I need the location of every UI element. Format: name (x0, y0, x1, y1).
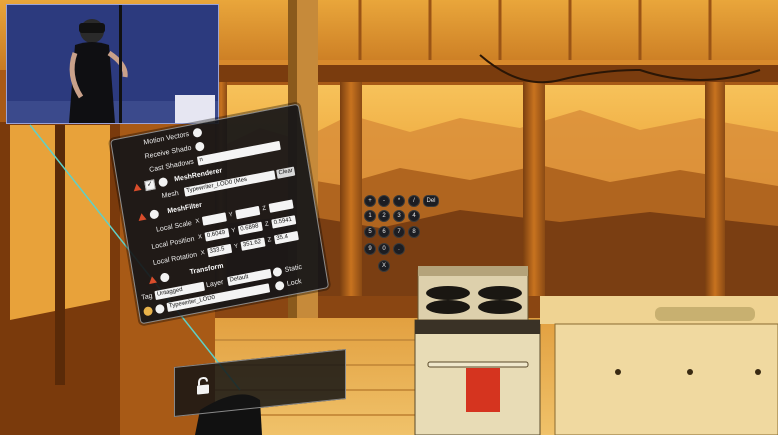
key-decimal[interactable]: . (393, 243, 405, 255)
position-x-axis: X (197, 234, 203, 241)
motion-vectors-toggle[interactable] (192, 127, 203, 139)
key-9[interactable]: 9 (364, 243, 376, 255)
lock-icon[interactable] (195, 376, 211, 396)
sink (655, 307, 755, 321)
rotation-x-field[interactable]: 333.5 (207, 243, 233, 258)
static-toggle[interactable] (272, 266, 283, 278)
key-8[interactable]: 8 (408, 226, 420, 238)
key-plus[interactable]: + (364, 195, 376, 207)
rotation-z-field[interactable]: 35.4 (273, 230, 299, 245)
rotation-x-axis: X (200, 249, 206, 257)
scale-y-axis: Y (228, 211, 234, 219)
key-minus[interactable]: - (378, 195, 390, 207)
scale-z-field[interactable] (268, 199, 294, 213)
key-0[interactable]: 0 (378, 243, 390, 255)
position-y-axis: Y (231, 227, 237, 235)
mesh-label: Mesh (161, 189, 180, 201)
mesh-filter-foldout[interactable] (149, 209, 160, 220)
transform-foldout[interactable] (159, 272, 170, 283)
lock-label: Lock (286, 278, 303, 288)
oven-door-handle (427, 361, 529, 368)
triangle-icon (132, 182, 142, 192)
lock-toggle[interactable] (274, 280, 285, 292)
cabinet (554, 323, 778, 435)
rotation-y-field[interactable]: 351.62 (240, 237, 266, 251)
object-enable-toggle[interactable] (154, 303, 166, 315)
position-z-field[interactable]: 0.5941 (271, 215, 297, 229)
triangle-icon (148, 275, 158, 285)
presenter-webcam-inset (6, 4, 219, 124)
key-2[interactable]: 2 (378, 210, 390, 222)
rotation-y-axis: Y (233, 243, 239, 251)
key-4[interactable]: 4 (408, 210, 420, 222)
object-active-toggle[interactable] (142, 305, 154, 317)
numeric-keypad: + - * / Del 1 2 3 4 5 6 7 8 9 0 . X (360, 193, 450, 273)
key-1[interactable]: 1 (364, 210, 376, 222)
clear-button[interactable]: Clear (276, 166, 296, 179)
key-7[interactable]: 7 (393, 226, 405, 238)
inspector-panel: Motion Vectors Receive Shado Cast Shadow… (110, 103, 330, 325)
key-5[interactable]: 5 (364, 226, 376, 238)
tag-label: Tag (140, 292, 154, 302)
triangle-icon (137, 212, 147, 221)
key-multiply[interactable]: * (393, 195, 405, 207)
dish-towel (466, 368, 500, 412)
stove-control-strip (415, 320, 540, 334)
key-divide[interactable]: / (408, 195, 420, 207)
key-close[interactable]: X (378, 260, 390, 272)
position-x-field[interactable]: 0.6049 (204, 228, 230, 242)
scale-x-axis: X (195, 218, 201, 226)
vr-editor-view: Motion Vectors Receive Shado Cast Shadow… (0, 0, 778, 435)
receive-shadows-toggle[interactable] (194, 141, 205, 152)
position-z-axis: Z (264, 221, 270, 228)
mesh-renderer-foldout[interactable] (157, 176, 169, 188)
scale-y-field[interactable] (235, 205, 261, 220)
scale-z-axis: Z (261, 205, 267, 213)
scale-x-field[interactable] (201, 212, 227, 226)
presenter-silhouette (7, 5, 218, 123)
position-y-field[interactable]: 0.6898 (237, 221, 263, 236)
key-3[interactable]: 3 (393, 210, 405, 222)
key-delete[interactable]: Del (423, 195, 439, 207)
rotation-z-axis: Z (267, 237, 272, 244)
key-6[interactable]: 6 (378, 226, 390, 238)
mesh-renderer-enabled-checkbox[interactable]: ✓ (144, 179, 156, 192)
